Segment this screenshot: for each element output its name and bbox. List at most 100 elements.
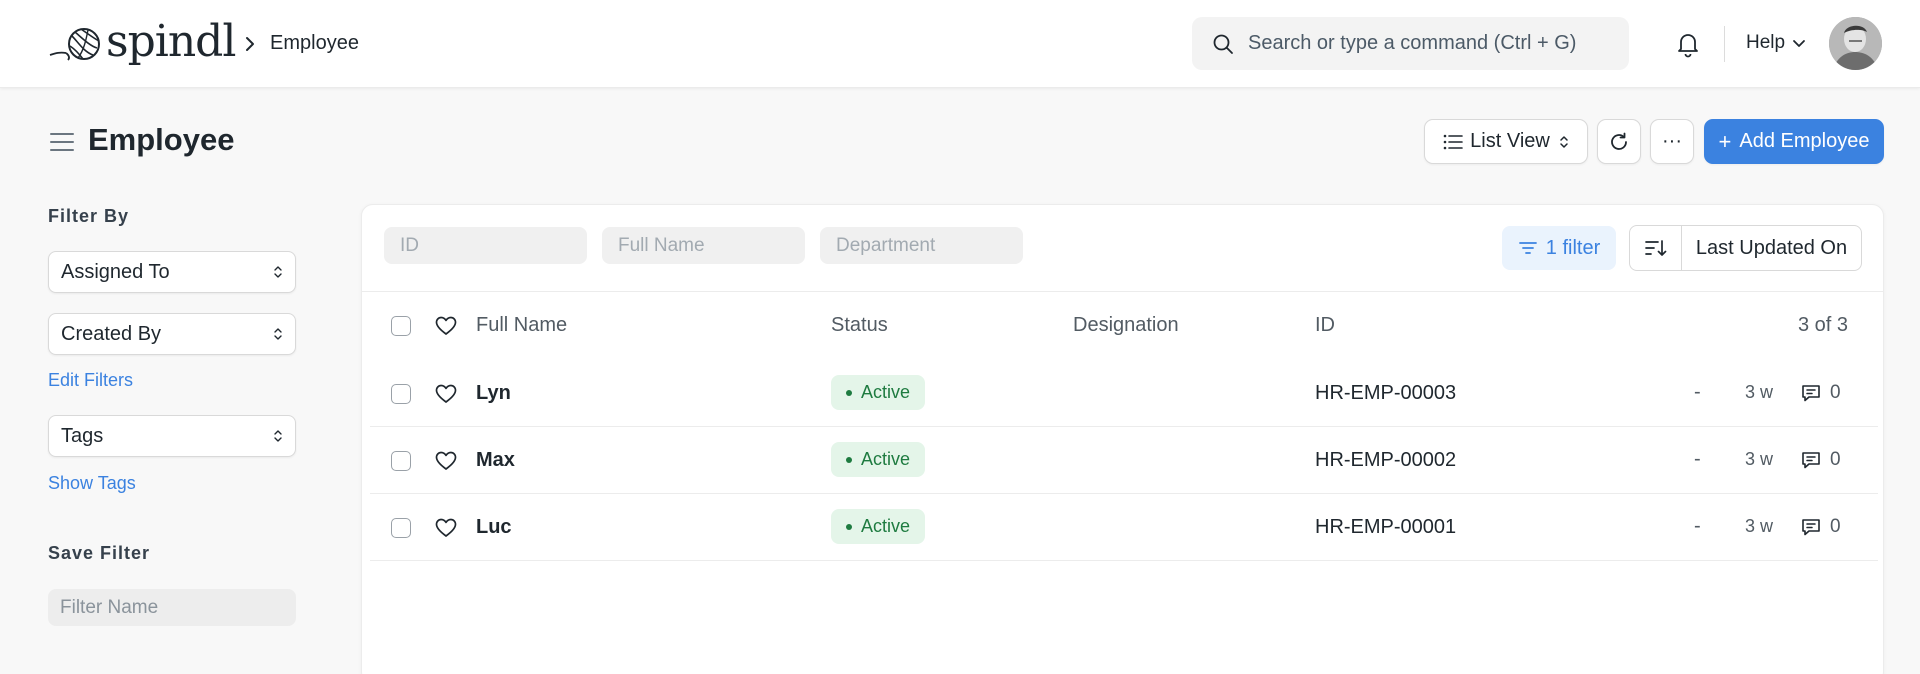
employee-list-card: 1 filter Last Updated On Full Name Statu… — [361, 204, 1884, 674]
comment-count[interactable]: 0 — [1800, 382, 1841, 404]
more-options-label: ··· — [1662, 130, 1682, 152]
comment-count-value: 0 — [1830, 516, 1841, 537]
save-filter-label: Save Filter — [48, 543, 151, 563]
list-icon — [1443, 134, 1463, 149]
breadcrumb-employee[interactable]: Employee — [270, 32, 359, 55]
column-header-designation: Designation — [1073, 314, 1179, 336]
row-checkbox[interactable] — [391, 384, 411, 404]
comment-icon — [1802, 452, 1820, 469]
list-view-button[interactable]: List View — [1424, 119, 1588, 164]
modified-age: 3 w — [1745, 449, 1774, 469]
employee-name[interactable]: Lyn — [476, 382, 511, 405]
status-label: Active — [861, 449, 911, 469]
table-row[interactable]: Luc Active HR-EMP-00001 - 3 w 0 — [370, 494, 1878, 561]
app-logo[interactable]: spindl — [48, 16, 236, 68]
comment-icon — [1802, 385, 1820, 402]
status-label: Active — [861, 516, 911, 536]
filter-by-label: Filter By — [48, 206, 130, 226]
comment-count[interactable]: 0 — [1800, 516, 1841, 538]
employee-name[interactable]: Luc — [476, 516, 512, 539]
filter-icon — [1518, 242, 1537, 254]
assigned-placeholder: - — [1694, 381, 1701, 403]
filter-button[interactable]: 1 filter — [1502, 226, 1616, 270]
chevron-right-icon — [246, 37, 254, 51]
column-header-full-name: Full Name — [476, 314, 568, 336]
employee-id: HR-EMP-00003 — [1315, 382, 1457, 404]
add-employee-button[interactable]: + Add Employee — [1704, 119, 1884, 164]
show-tags-link[interactable]: Show Tags — [48, 473, 136, 494]
heart-icon[interactable] — [434, 314, 458, 338]
list-view-label: List View — [1470, 130, 1550, 152]
column-header-status: Status — [831, 314, 888, 336]
select-all-checkbox[interactable] — [391, 316, 411, 336]
heart-icon[interactable] — [434, 382, 458, 406]
sort-selector: Last Updated On — [1629, 225, 1862, 271]
updown-icon — [274, 328, 282, 340]
logo-text: spindl — [106, 16, 236, 67]
employee-id: HR-EMP-00002 — [1315, 449, 1457, 471]
add-employee-label: Add Employee — [1739, 130, 1870, 152]
avatar-image — [1829, 17, 1882, 70]
user-avatar[interactable] — [1829, 17, 1882, 70]
updown-icon — [274, 430, 282, 442]
created-by-select[interactable]: Created By — [48, 313, 296, 355]
status-label: Active — [861, 382, 911, 402]
search-icon — [1213, 34, 1233, 54]
tags-label: Tags — [61, 424, 104, 447]
search-bar[interactable] — [1192, 17, 1629, 70]
comment-count-value: 0 — [1830, 449, 1841, 470]
updown-icon — [1560, 135, 1568, 148]
modified-age: 3 w — [1745, 516, 1774, 536]
assigned-placeholder: - — [1694, 448, 1701, 470]
full-name-filter-input[interactable] — [602, 227, 805, 264]
search-input[interactable] — [1248, 32, 1608, 55]
heart-icon[interactable] — [434, 449, 458, 473]
more-options-button[interactable]: ··· — [1650, 119, 1694, 164]
help-label: Help — [1746, 32, 1786, 53]
heart-icon[interactable] — [434, 516, 458, 540]
employee-name[interactable]: Max — [476, 449, 515, 472]
help-dropdown[interactable]: Help — [1746, 32, 1807, 54]
department-filter-input[interactable] — [820, 227, 1023, 264]
comment-icon — [1802, 519, 1820, 536]
table-row[interactable]: Max Active HR-EMP-00002 - 3 w 0 — [370, 427, 1878, 494]
refresh-icon — [1611, 132, 1627, 150]
sort-direction-button[interactable] — [1630, 226, 1682, 270]
sort-icon — [1644, 240, 1666, 256]
chevron-down-icon — [1793, 40, 1805, 47]
status-badge: Active — [831, 442, 926, 477]
yarn-logo-icon — [49, 28, 100, 61]
tags-select[interactable]: Tags — [48, 415, 296, 457]
assigned-to-label: Assigned To — [61, 260, 170, 283]
bell-icon[interactable] — [1674, 30, 1702, 58]
updown-icon — [274, 266, 282, 278]
sort-field-button[interactable]: Last Updated On — [1682, 226, 1861, 270]
row-checkbox[interactable] — [391, 518, 411, 538]
table-row[interactable]: Lyn Active HR-EMP-00003 - 3 w 0 — [370, 360, 1878, 427]
row-checkbox[interactable] — [391, 451, 411, 471]
created-by-label: Created By — [61, 322, 162, 345]
assigned-placeholder: - — [1694, 515, 1701, 537]
filter-name-input[interactable] — [48, 589, 296, 626]
status-dot — [846, 523, 852, 530]
comment-count-value: 0 — [1830, 382, 1841, 403]
row-divider — [370, 560, 1878, 561]
filter-button-label: 1 filter — [1545, 236, 1601, 259]
edit-filters-link[interactable]: Edit Filters — [48, 370, 133, 391]
page-title: Employee — [88, 122, 235, 157]
status-badge: Active — [831, 509, 926, 544]
navbar: spindl Employee Help — [0, 0, 1920, 88]
result-count: 3 of 3 — [1797, 314, 1848, 336]
status-dot — [846, 456, 852, 463]
plus-icon: + — [1718, 128, 1732, 154]
assigned-to-select[interactable]: Assigned To — [48, 251, 296, 293]
employee-id: HR-EMP-00001 — [1315, 516, 1457, 538]
id-filter-input[interactable] — [384, 227, 587, 264]
status-badge: Active — [831, 375, 926, 410]
list-header-row: Full Name Status Designation ID 3 of 3 — [370, 292, 1878, 360]
comment-count[interactable]: 0 — [1800, 449, 1841, 471]
modified-age: 3 w — [1745, 382, 1774, 402]
status-dot — [846, 389, 852, 396]
hamburger-icon[interactable] — [50, 131, 74, 153]
refresh-button[interactable] — [1597, 119, 1641, 164]
